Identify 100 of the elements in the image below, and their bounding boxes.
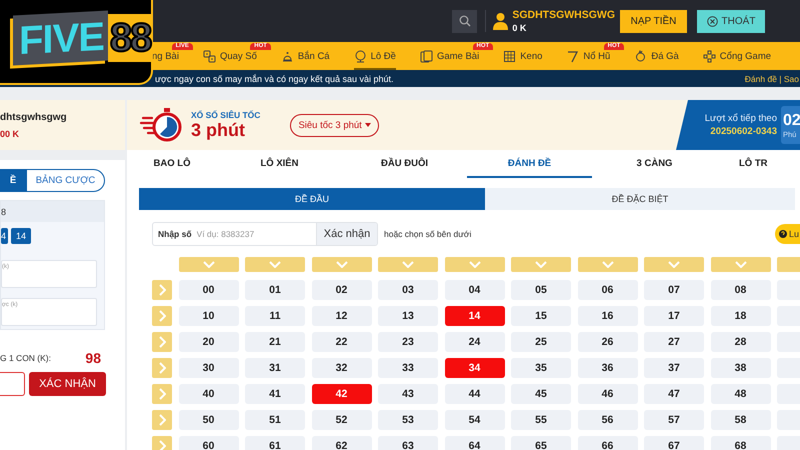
column-select-button[interactable] (312, 257, 372, 272)
number-cell[interactable]: 15 (511, 306, 571, 326)
bet-tab[interactable]: ĐÁNH ĐỀ (467, 150, 592, 178)
number-cell[interactable]: 61 (245, 436, 305, 450)
number-cell[interactable]: 00 (178, 280, 238, 300)
number-cell[interactable]: 27 (644, 332, 704, 352)
number-cell[interactable]: 50 (178, 410, 238, 430)
nav-item[interactable]: Đá Gà (634, 42, 679, 70)
bet-tab[interactable]: LÔ XIÊN (217, 150, 342, 178)
number-cell[interactable]: 41 (245, 384, 305, 404)
number-cell[interactable]: 42 (312, 384, 372, 404)
number-cell[interactable]: 62 (312, 436, 372, 450)
number-cell[interactable]: 57 (644, 410, 704, 430)
nav-item[interactable]: Cổng Game (702, 42, 772, 70)
number-cell[interactable]: 35 (511, 358, 571, 378)
number-cell[interactable]: 31 (245, 358, 305, 378)
number-cell[interactable]: 21 (245, 332, 305, 352)
column-select-button[interactable] (710, 257, 770, 272)
bet-tab[interactable]: BAO LÔ (127, 150, 217, 178)
number-cell[interactable]: 32 (312, 358, 372, 378)
number-cell[interactable]: 05 (511, 280, 571, 300)
number-cell[interactable]: 56 (578, 410, 638, 430)
number-cell[interactable]: 34 (444, 358, 504, 378)
row-select-button[interactable] (152, 436, 172, 450)
number-cell[interactable]: 38 (710, 358, 770, 378)
number-cell[interactable]: 67 (644, 436, 704, 450)
number-cell[interactable]: 60 (178, 436, 238, 450)
number-cell[interactable]: 44 (444, 384, 504, 404)
number-cell[interactable]: 46 (578, 384, 638, 404)
row-select-button[interactable] (152, 280, 172, 300)
number-cell[interactable]: 65 (511, 436, 571, 450)
number-cell[interactable]: 20 (178, 332, 238, 352)
number-cell[interactable]: 64 (444, 436, 504, 450)
number-cell[interactable]: 08 (710, 280, 770, 300)
number-cell[interactable]: 47 (644, 384, 704, 404)
help-button[interactable]: Lu (775, 224, 800, 244)
bet-tab[interactable]: ĐẦU ĐUÔI (342, 150, 467, 178)
row-select-button[interactable] (152, 384, 172, 404)
column-select-button[interactable] (511, 257, 571, 272)
number-cell[interactable]: 28 (710, 332, 770, 352)
number-cell[interactable]: 26 (578, 332, 638, 352)
number-cell[interactable]: 14 (444, 306, 504, 326)
number-cell[interactable]: 24 (444, 332, 504, 352)
number-cell[interactable]: 12 (312, 306, 372, 326)
number-cell[interactable]: 04 (444, 280, 504, 300)
number-cell[interactable]: 54 (444, 410, 504, 430)
number-cell[interactable]: 36 (578, 358, 638, 378)
number-cell[interactable]: 43 (378, 384, 438, 404)
nav-item[interactable]: Keno (503, 42, 542, 70)
slip-tab[interactable]: Ề (0, 169, 26, 192)
column-select-button[interactable] (378, 257, 438, 272)
logout-button[interactable]: THOÁT (697, 10, 765, 32)
number-cell[interactable]: 68 (710, 436, 770, 450)
number-cell[interactable]: 55 (511, 410, 571, 430)
deposit-button[interactable]: NẠP TIỀN (620, 10, 687, 32)
number-cell[interactable]: 37 (644, 358, 704, 378)
number-cell[interactable]: 23 (378, 332, 438, 352)
nav-item[interactable]: Bắn Cá (280, 42, 330, 70)
number-cell[interactable]: 13 (378, 306, 438, 326)
number-cell[interactable]: 22 (312, 332, 372, 352)
number-cell[interactable]: 03 (378, 280, 438, 300)
number-cell[interactable]: 66 (578, 436, 638, 450)
confirm-button[interactable]: XÁC NHẬN (29, 372, 106, 396)
column-select-button[interactable] (644, 257, 704, 272)
number-cell[interactable]: 25 (511, 332, 571, 352)
number-cell[interactable]: 58 (710, 410, 770, 430)
row-select-button[interactable] (152, 332, 172, 352)
ticker-links[interactable]: Đánh đề | Sao (744, 74, 799, 84)
number-cell[interactable]: 07 (644, 280, 704, 300)
column-select-button[interactable] (245, 257, 305, 272)
number-cell[interactable]: 33 (378, 358, 438, 378)
number-cell[interactable]: 16 (578, 306, 638, 326)
confirm-number-button[interactable]: Xác nhận (316, 223, 377, 245)
number-cell[interactable]: 48 (710, 384, 770, 404)
sub-tab[interactable]: ĐỀ ĐẦU (139, 188, 485, 210)
number-cell[interactable]: 45 (511, 384, 571, 404)
bet-tab[interactable]: LÔ TR (717, 150, 800, 178)
bet-tab[interactable]: 3 CÀNG (592, 150, 717, 178)
number-cell[interactable]: 11 (245, 306, 305, 326)
number-cell[interactable]: 02 (312, 280, 372, 300)
column-select-button[interactable] (444, 257, 504, 272)
number-cell[interactable]: 06 (578, 280, 638, 300)
number-cell[interactable]: 63 (378, 436, 438, 450)
column-select-button[interactable] (578, 257, 638, 272)
amount-input[interactable] (0, 372, 25, 396)
number-cell[interactable]: 40 (178, 384, 238, 404)
number-input-field[interactable]: Nhập số Ví dụ: 8383237 Xác nhận (152, 222, 378, 246)
number-cell[interactable]: 30 (178, 358, 238, 378)
row-select-button[interactable] (152, 410, 172, 430)
mode-dropdown[interactable]: Siêu tốc 3 phút (290, 114, 379, 136)
number-cell[interactable]: 52 (312, 410, 372, 430)
number-cell[interactable]: 53 (378, 410, 438, 430)
number-cell[interactable]: 18 (710, 306, 770, 326)
number-cell[interactable]: 51 (245, 410, 305, 430)
slip-tab[interactable]: BẢNG CƯỢC (26, 169, 105, 192)
number-cell[interactable]: 10 (178, 306, 238, 326)
search-button[interactable] (452, 10, 478, 32)
number-cell[interactable]: 01 (245, 280, 305, 300)
row-select-button[interactable] (152, 306, 172, 326)
number-cell[interactable]: 17 (644, 306, 704, 326)
